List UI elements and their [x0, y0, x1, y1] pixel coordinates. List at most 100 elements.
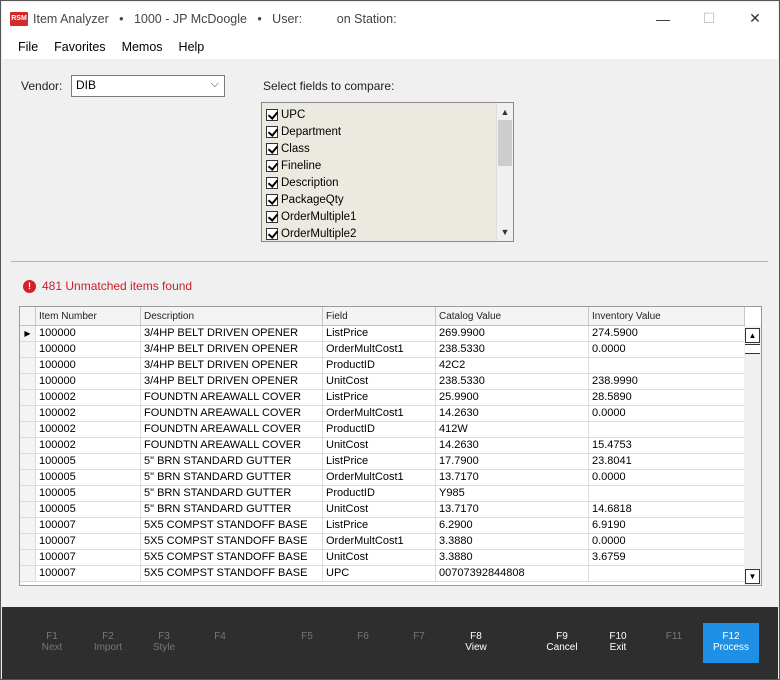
checkbox-checked-icon[interactable] — [266, 143, 278, 155]
table-cell[interactable] — [589, 566, 745, 581]
table-cell[interactable]: ListPrice — [323, 390, 436, 405]
table-cell[interactable]: FOUNDTN AREAWALL COVER — [141, 438, 323, 453]
menu-memos[interactable]: Memos — [114, 40, 171, 54]
scroll-down-icon[interactable]: ▼ — [497, 224, 513, 240]
table-row[interactable]: 100002 FOUNDTN AREAWALL COVER ProductID 412… — [20, 422, 745, 438]
table-cell[interactable]: 100007 — [36, 550, 141, 565]
menu-favorites[interactable]: Favorites — [46, 40, 113, 54]
row-header[interactable] — [20, 502, 36, 517]
fields-scrollbar[interactable]: ▲ ▼ — [496, 103, 513, 241]
table-cell[interactable]: UnitCost — [323, 550, 436, 565]
column-header[interactable]: Description — [141, 307, 323, 325]
checkbox-checked-icon[interactable] — [266, 160, 278, 172]
fkey-f10-button[interactable]: F10 Exit — [590, 623, 646, 663]
scroll-up-icon[interactable]: ▲ — [745, 328, 760, 343]
table-row[interactable]: 100002 FOUNDTN AREAWALL COVER OrderMultCos… — [20, 406, 745, 422]
table-cell[interactable]: OrderMultCost1 — [323, 406, 436, 421]
row-header[interactable] — [20, 550, 36, 565]
table-cell[interactable]: 100005 — [36, 454, 141, 469]
table-cell[interactable]: 3/4HP BELT DRIVEN OPENER — [141, 358, 323, 373]
table-cell[interactable]: 3.3880 — [436, 550, 589, 565]
table-cell[interactable]: 100007 — [36, 518, 141, 533]
table-cell[interactable]: 269.9900 — [436, 326, 589, 341]
table-cell[interactable]: 238.9990 — [589, 374, 745, 389]
table-cell[interactable]: 5X5 COMPST STANDOFF BASE — [141, 550, 323, 565]
scroll-thumb[interactable] — [498, 120, 512, 166]
checkbox-checked-icon[interactable] — [266, 177, 278, 189]
table-cell[interactable]: UnitCost — [323, 374, 436, 389]
field-checkbox-item[interactable]: OrderMultiple1 — [266, 209, 356, 225]
table-row[interactable]: 100005 5" BRN STANDARD GUTTER ProductID Y98… — [20, 486, 745, 502]
table-cell[interactable]: OrderMultCost1 — [323, 342, 436, 357]
table-cell[interactable]: 0.0000 — [589, 342, 745, 357]
table-cell[interactable]: 6.2900 — [436, 518, 589, 533]
row-header[interactable] — [20, 406, 36, 421]
table-row[interactable]: 100007 5X5 COMPST STANDOFF BASE UPC 0070739… — [20, 566, 745, 582]
table-cell[interactable]: 274.5900 — [589, 326, 745, 341]
table-cell[interactable]: 100002 — [36, 390, 141, 405]
table-cell[interactable]: OrderMultCost1 — [323, 470, 436, 485]
scroll-thumb[interactable] — [745, 344, 760, 354]
table-row[interactable]: 100000 3/4HP BELT DRIVEN OPENER OrderMultC… — [20, 342, 745, 358]
column-header[interactable]: Inventory Value — [589, 307, 745, 325]
table-cell[interactable]: 100002 — [36, 406, 141, 421]
checkbox-checked-icon[interactable] — [266, 109, 278, 121]
table-cell[interactable]: Y985 — [436, 486, 589, 501]
table-cell[interactable]: 6.9190 — [589, 518, 745, 533]
table-cell[interactable]: 100002 — [36, 438, 141, 453]
table-row[interactable]: 100007 5X5 COMPST STANDOFF BASE ListPrice 6… — [20, 518, 745, 534]
table-cell[interactable]: 5X5 COMPST STANDOFF BASE — [141, 534, 323, 549]
table-cell[interactable] — [589, 486, 745, 501]
field-checkbox-item[interactable]: PackageQty — [266, 192, 344, 208]
table-cell[interactable]: 100005 — [36, 470, 141, 485]
table-cell[interactable]: 14.2630 — [436, 406, 589, 421]
minimize-button[interactable]: — — [640, 2, 686, 35]
table-cell[interactable]: 5X5 COMPST STANDOFF BASE — [141, 518, 323, 533]
table-cell[interactable]: 100005 — [36, 486, 141, 501]
checkbox-checked-icon[interactable] — [266, 228, 278, 240]
table-row[interactable]: 100005 5" BRN STANDARD GUTTER OrderMultCos… — [20, 470, 745, 486]
field-checkbox-item[interactable]: OrderMultiple2 — [266, 226, 356, 241]
table-cell[interactable]: UnitCost — [323, 438, 436, 453]
checkbox-checked-icon[interactable] — [266, 126, 278, 138]
table-cell[interactable]: 100000 — [36, 374, 141, 389]
table-cell[interactable]: 238.5330 — [436, 342, 589, 357]
table-cell[interactable]: 42C2 — [436, 358, 589, 373]
table-cell[interactable] — [589, 422, 745, 437]
table-cell[interactable]: FOUNDTN AREAWALL COVER — [141, 390, 323, 405]
table-row[interactable]: 100002 FOUNDTN AREAWALL COVER ListPrice 25.… — [20, 390, 745, 406]
table-cell[interactable]: 238.5330 — [436, 374, 589, 389]
table-cell[interactable]: OrderMultCost1 — [323, 534, 436, 549]
table-cell[interactable]: 5X5 COMPST STANDOFF BASE — [141, 566, 323, 581]
scroll-down-icon[interactable]: ▼ — [745, 569, 760, 584]
row-header[interactable] — [20, 422, 36, 437]
table-row[interactable]: 100000 3/4HP BELT DRIVEN OPENER ProductID 4… — [20, 358, 745, 374]
table-row[interactable]: 100007 5X5 COMPST STANDOFF BASE UnitCost 3.… — [20, 550, 745, 566]
table-cell[interactable]: 3.3880 — [436, 534, 589, 549]
column-header[interactable]: Catalog Value — [436, 307, 589, 325]
table-cell[interactable]: 15.4753 — [589, 438, 745, 453]
table-cell[interactable]: 5" BRN STANDARD GUTTER — [141, 454, 323, 469]
row-header[interactable] — [20, 390, 36, 405]
vendor-dropdown[interactable]: DIB ⌵ — [71, 75, 225, 97]
table-cell[interactable]: 3/4HP BELT DRIVEN OPENER — [141, 326, 323, 341]
checkbox-checked-icon[interactable] — [266, 211, 278, 223]
table-row[interactable]: 100005 5" BRN STANDARD GUTTER ListPrice 17.… — [20, 454, 745, 470]
table-cell[interactable]: 28.5890 — [589, 390, 745, 405]
table-cell[interactable]: 3/4HP BELT DRIVEN OPENER — [141, 374, 323, 389]
table-cell[interactable]: 0.0000 — [589, 534, 745, 549]
results-grid[interactable]: Item Number Description Field Catalog Value… — [19, 306, 762, 586]
row-header[interactable] — [20, 566, 36, 581]
row-header[interactable] — [20, 486, 36, 501]
table-cell[interactable]: 14.2630 — [436, 438, 589, 453]
field-checkbox-item[interactable]: Description — [266, 175, 339, 191]
row-header[interactable] — [20, 438, 36, 453]
row-header[interactable] — [20, 374, 36, 389]
table-row[interactable]: 100000 3/4HP BELT DRIVEN OPENER UnitCost 23… — [20, 374, 745, 390]
field-checkbox-item[interactable]: Class — [266, 141, 310, 157]
menu-file[interactable]: File — [10, 40, 46, 54]
grid-scrollbar[interactable]: ▲ ▼ — [744, 326, 761, 585]
table-cell[interactable]: 0.0000 — [589, 470, 745, 485]
field-checkbox-item[interactable]: Department — [266, 124, 341, 140]
table-cell[interactable]: 100007 — [36, 534, 141, 549]
